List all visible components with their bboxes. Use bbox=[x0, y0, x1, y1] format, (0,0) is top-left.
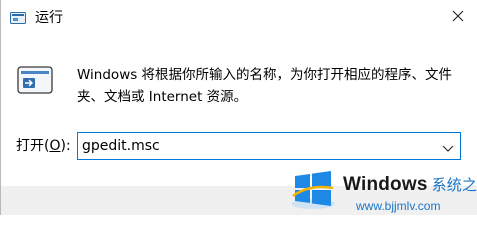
watermark-url: www.bjjmlv.com bbox=[356, 199, 441, 213]
open-label-prefix: 打开( bbox=[16, 138, 50, 154]
run-app-icon bbox=[10, 11, 26, 25]
title-bar[interactable]: 运行 bbox=[1, 0, 477, 38]
windows-logo-icon bbox=[289, 166, 337, 210]
chevron-down-icon[interactable] bbox=[442, 141, 454, 152]
command-input[interactable]: gpedit.msc bbox=[82, 136, 160, 156]
dialog-description: Windows 将根据你所输入的名称，为你打开相应的程序、文件夹、文档或 Int… bbox=[77, 67, 453, 105]
open-label-accelerator: O bbox=[49, 138, 61, 154]
watermark: Windows系统之家 www.bjjmlv.com bbox=[289, 162, 477, 215]
watermark-brand-cn: 系统之家 bbox=[431, 176, 477, 194]
run-icon bbox=[17, 65, 53, 95]
open-label: 打开(O): bbox=[16, 137, 71, 155]
watermark-brand-en: Windows bbox=[343, 174, 428, 195]
close-button[interactable] bbox=[444, 5, 472, 31]
watermark-brand: Windows系统之家 bbox=[343, 174, 477, 196]
open-label-suffix: ): bbox=[60, 138, 71, 154]
command-combobox[interactable]: gpedit.msc bbox=[77, 132, 461, 160]
run-dialog: 运行 Windows 将根据你所输入的名称，为你打开相应的程序、文件夹、文档或 … bbox=[0, 0, 477, 215]
close-icon bbox=[452, 9, 464, 27]
window-title: 运行 bbox=[35, 10, 63, 26]
